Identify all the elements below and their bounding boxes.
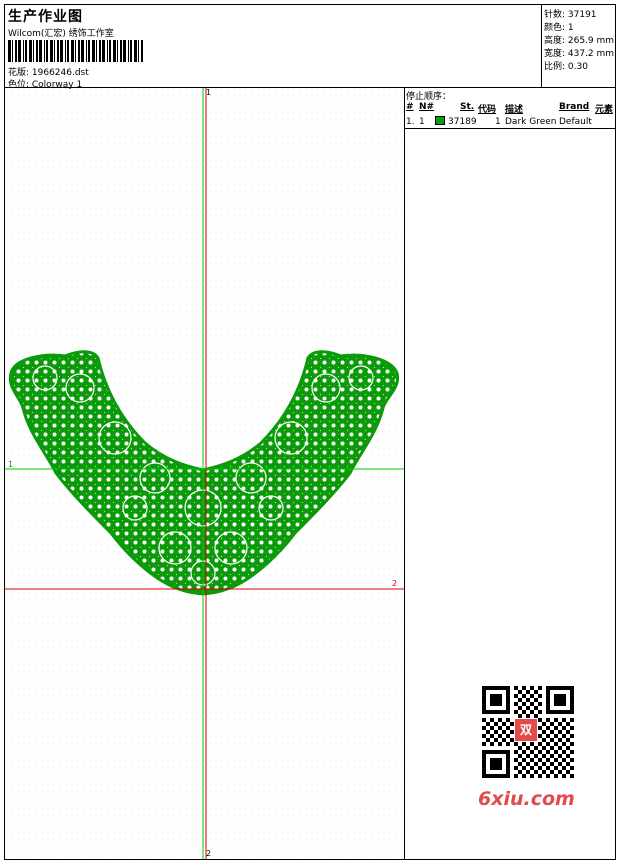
stat-width: 宽度: 437.2 mm: [544, 49, 615, 59]
stats-panel: 针数: 37191 颜色: 1 高度: 265.9 mm 宽度: 437.2 m…: [541, 4, 616, 88]
stat-colors: 颜色: 1: [544, 23, 574, 33]
guide-label-h-red: 2: [392, 579, 398, 588]
stop-sequence-label: 停止顺序：: [406, 92, 452, 102]
studio-name: Wilcom(汇宏) 绣饰工作室: [8, 29, 114, 39]
col-header-element: 元素: [595, 105, 614, 115]
stat-stitches: 针数: 37191: [544, 10, 597, 20]
table-separator: [405, 128, 615, 129]
watermark-site: 6xiu.com: [478, 788, 575, 810]
thread-row-brand: Default: [559, 117, 592, 127]
col-header-index: #: [406, 102, 414, 112]
thread-row-n: 1: [419, 117, 425, 127]
guide-label-v-bottom: 2: [206, 849, 212, 858]
col-header-n: N#: [419, 102, 435, 112]
guide-label-h-green: 1: [8, 460, 14, 469]
document-title: 生产作业图: [8, 9, 83, 25]
barcode: [8, 40, 143, 62]
col-header-code: 代码: [478, 105, 497, 115]
stat-height: 高度: 265.9 mm: [544, 36, 615, 46]
thread-row-code: 1: [495, 117, 501, 127]
col-header-brand: Brand: [559, 102, 590, 112]
stat-scale: 比例: 0.30: [544, 62, 588, 72]
thread-row-stitches: 37189: [448, 117, 477, 127]
thread-row-index: 1.: [406, 117, 415, 127]
thread-color-swatch: [435, 116, 445, 125]
col-header-stitches: St.: [460, 102, 475, 112]
col-header-description: 描述: [505, 105, 524, 115]
thread-row-description: Dark Green: [505, 117, 557, 127]
watermark-logo: 双: [514, 718, 538, 742]
design-preview: 1 2 1 2: [4, 87, 405, 860]
header-panel: 生产作业图 Wilcom(汇宏) 绣饰工作室 花版: 1966246.dst 色…: [4, 4, 542, 90]
design-canvas: [5, 88, 404, 859]
guide-label-v-top: 1: [206, 88, 212, 97]
